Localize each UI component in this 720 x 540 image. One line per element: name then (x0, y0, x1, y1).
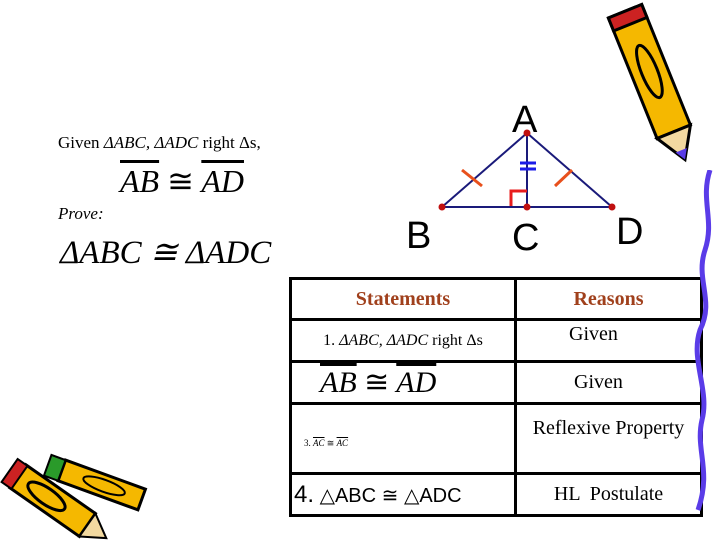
table-row: 3. AC ≅ AC Reflexive Property (289, 402, 703, 475)
prove-statement: ΔABC ≅ ΔADC (60, 235, 272, 271)
pencils-clipart-icon (0, 453, 148, 540)
given-label: Given (58, 133, 100, 152)
step-number: 1. (323, 331, 336, 349)
label-a: A (512, 99, 538, 141)
label-d: D (616, 211, 643, 253)
tick-ad (553, 168, 574, 188)
statement-text: ΔABC, ΔADC (339, 331, 429, 349)
statement-text: △ABC ≅ △ADC (319, 484, 462, 507)
slide: Given ΔABC, ΔADC right Δs, AB ≅ AD Prove… (0, 0, 720, 540)
segment-ab: AB (120, 163, 160, 199)
step-number: 4. (294, 480, 315, 508)
segment-ac: AC (313, 438, 325, 448)
proof-table: Statements Reasons 1. ΔABC, ΔADC right Δ… (289, 277, 703, 517)
statement-suffix: right Δs (432, 331, 483, 349)
congruent-symbol: ≅ (364, 366, 390, 399)
reason-text: Given (514, 318, 703, 363)
label-b: B (406, 215, 431, 257)
table-header-row: Statements Reasons (289, 277, 703, 321)
segment-ab: AB (320, 366, 357, 399)
reason-text: Given (514, 360, 703, 405)
right-angle-mark (509, 189, 527, 206)
reason-text: Reflexive Property (514, 402, 703, 475)
segment-ad: AD (201, 163, 244, 199)
header-statements: Statements (289, 277, 517, 321)
given-suffix: right Δs, (202, 133, 261, 152)
table-row: 1. ΔABC, ΔADC right Δs Given (289, 318, 703, 363)
tick-ab (461, 168, 483, 188)
segment-ac: AC (336, 438, 349, 448)
table-row: AB ≅ AD Given (289, 360, 703, 405)
reason-text: HL Postulate (514, 472, 703, 517)
prove-label: Prove: (58, 204, 104, 223)
header-reasons: Reasons (514, 277, 703, 321)
given-line: Given ΔABC, ΔADC right Δs, (58, 133, 261, 153)
squiggle-decoration (694, 170, 713, 511)
given-triangles: ΔABC, ΔADC (103, 133, 199, 152)
given-congruence: AB ≅ AD (120, 162, 244, 200)
congruent-symbol: ≅ (326, 438, 335, 448)
congruent-symbol: ≅ (167, 163, 194, 199)
label-c: C (512, 217, 539, 259)
segment-ad: AD (396, 366, 437, 399)
pencil-clipart-icon (606, 2, 693, 163)
step-number: 3. (304, 438, 311, 448)
table-row: 4. △ABC ≅ △ADC HL Postulate (289, 472, 703, 517)
